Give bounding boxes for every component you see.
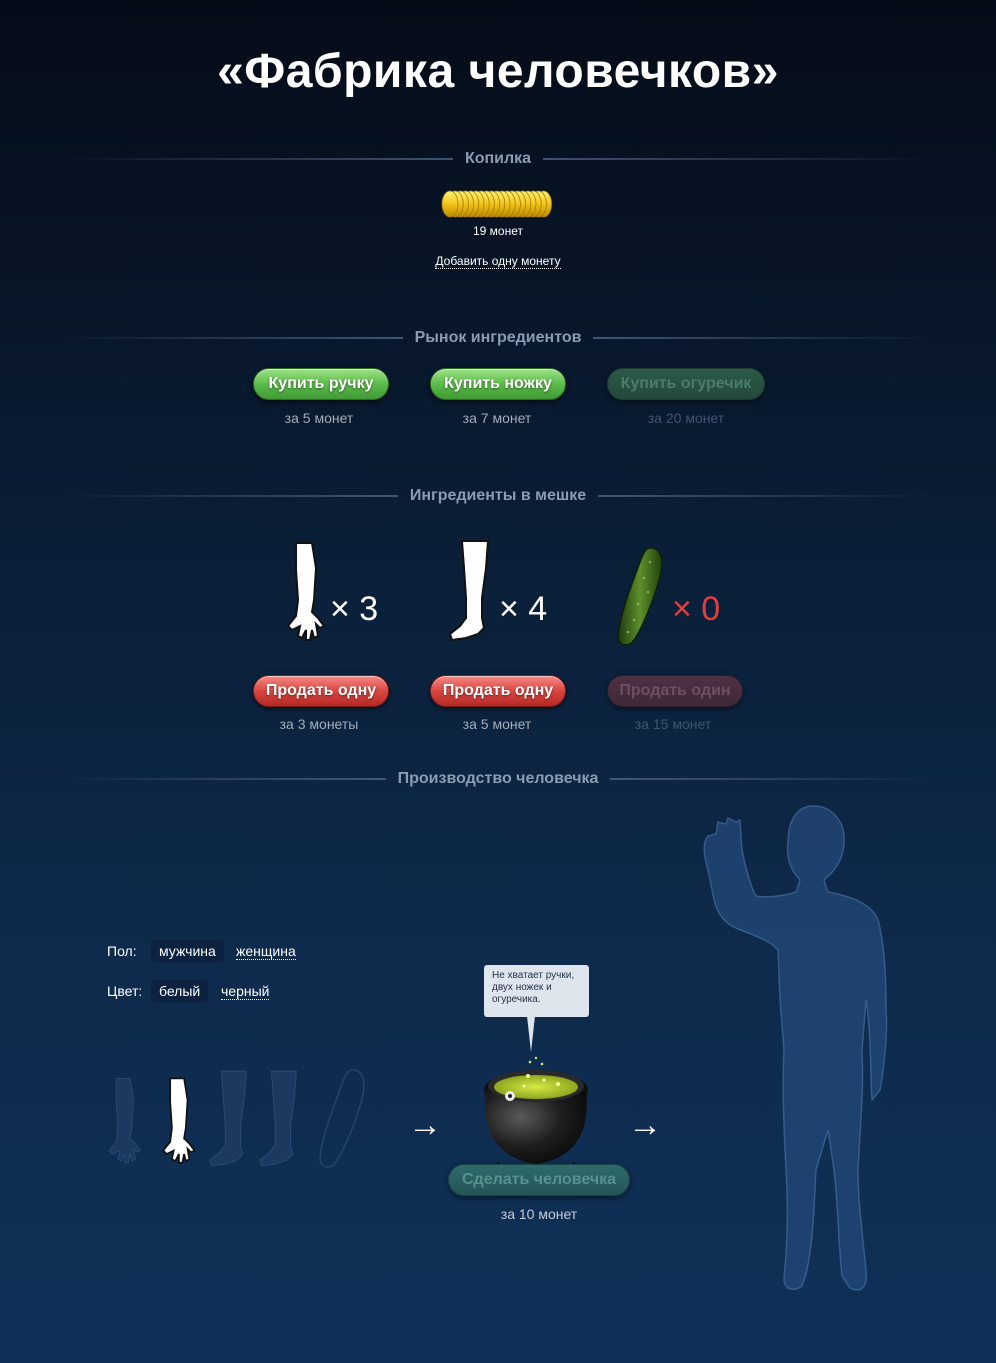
coin-count: 19 монет xyxy=(472,224,523,238)
make-human-price: за 10 монет xyxy=(500,1206,578,1222)
buy-leg-price: за 7 монет xyxy=(462,410,532,426)
sell-arm-button[interactable]: Продать одну xyxy=(253,675,389,707)
sell-leg-price: за 5 монет xyxy=(462,716,532,732)
color-option-white[interactable]: белый xyxy=(151,980,209,1002)
bag-heading-text: Ингредиенты в мешке xyxy=(409,487,587,504)
leg-icon xyxy=(448,540,490,642)
piggy-bank-heading: Копилка xyxy=(60,149,937,169)
leg-slot-empty-icon xyxy=(209,1070,247,1167)
color-label: Цвет: xyxy=(107,983,143,999)
leg-slot-empty-icon xyxy=(259,1070,297,1167)
production-heading: Производство человечка xyxy=(60,769,936,789)
leg-count: × 4 xyxy=(499,590,548,628)
make-human-button[interactable]: Сделать человечка xyxy=(448,1164,630,1196)
sell-cucumber-price: за 15 монет xyxy=(634,716,712,732)
sell-arm-price: за 3 монеты xyxy=(279,716,359,732)
arm-slot-filled-icon xyxy=(162,1077,196,1164)
arm-count: × 3 xyxy=(330,590,379,628)
sell-leg-button[interactable]: Продать одну xyxy=(430,675,566,707)
market-heading: Рынок ингредиентов xyxy=(60,328,937,348)
gender-option-male[interactable]: мужчина xyxy=(151,940,224,962)
gender-label: Пол: xyxy=(107,943,137,959)
cucumber-slot-empty-icon xyxy=(319,1069,365,1168)
arm-icon xyxy=(286,542,326,641)
gender-option-female[interactable]: женщина xyxy=(236,943,296,960)
color-option-black[interactable]: черный xyxy=(221,983,270,1000)
coin-stack-icon xyxy=(441,190,552,218)
buy-cucumber-button[interactable]: Купить огуречик xyxy=(607,368,765,400)
buy-leg-button[interactable]: Купить ножку xyxy=(430,368,566,400)
production-heading-text: Производство человечка xyxy=(397,770,599,787)
bubble-tail xyxy=(527,1016,535,1052)
sell-cucumber-button[interactable]: Продать один xyxy=(607,675,743,707)
arrow-to-human: → xyxy=(628,1106,662,1144)
arm-slot-empty-icon xyxy=(108,1077,142,1164)
cucumber-icon xyxy=(617,547,663,646)
add-coin-link[interactable]: Добавить одну монету xyxy=(435,254,561,269)
market-heading-text: Рынок ингредиентов xyxy=(414,329,582,346)
coin xyxy=(441,190,459,218)
missing-ingredients-bubble: Не хватает ручки, двух ножек и огуречика… xyxy=(484,965,589,1017)
human-silhouette-icon xyxy=(703,805,888,1291)
bag-heading: Ингредиенты в мешке xyxy=(60,486,937,506)
piggy-bank-heading-text: Копилка xyxy=(464,150,532,167)
cauldron-icon xyxy=(484,1056,588,1172)
page-title: «Фабрика человечков» xyxy=(217,45,779,98)
cucumber-count: × 0 xyxy=(672,590,721,628)
buy-arm-price: за 5 монет xyxy=(284,410,354,426)
buy-arm-button[interactable]: Купить ручку xyxy=(253,368,389,400)
buy-cucumber-price: за 20 монет xyxy=(647,410,725,426)
arrow-to-cauldron: → xyxy=(408,1106,442,1144)
